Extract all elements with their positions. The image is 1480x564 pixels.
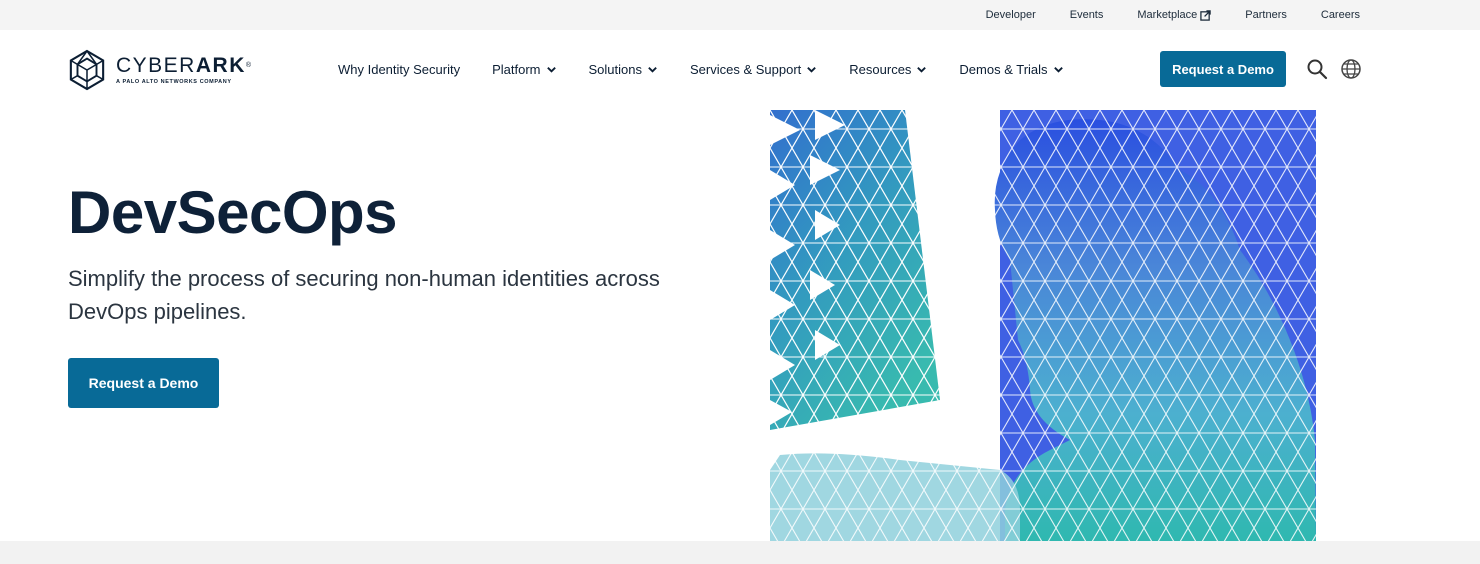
primary-nav: Why Identity Security Platform Solutions… <box>338 30 1096 108</box>
section-divider-band <box>0 541 1480 564</box>
nav-item-demos-trials[interactable]: Demos & Trials <box>959 62 1063 77</box>
nav-item-label: Platform <box>492 61 541 77</box>
search-button[interactable] <box>1306 58 1328 80</box>
nav-request-demo-button[interactable]: Request a Demo <box>1160 51 1286 87</box>
nav-item-services-support[interactable]: Services & Support <box>690 62 817 77</box>
chevron-down-icon <box>917 66 927 73</box>
main-nav: CYBERARK® A PALO ALTO NETWORKS COMPANY W… <box>0 30 1480 110</box>
hero-image <box>770 110 1316 541</box>
hero-subtitle: Simplify the process of securing non-hum… <box>68 266 660 324</box>
chevron-down-icon <box>546 66 556 73</box>
utility-bar: Developer Events Marketplace Partners Ca… <box>0 0 1480 30</box>
utility-links: Developer Events Marketplace Partners Ca… <box>986 0 1360 30</box>
hero-title: DevSecOps <box>68 179 398 246</box>
utility-link-developer[interactable]: Developer <box>986 9 1036 21</box>
chevron-down-icon <box>1053 66 1063 73</box>
utility-link-careers[interactable]: Careers <box>1321 9 1360 21</box>
nav-item-label: Services & Support <box>690 61 802 77</box>
external-link-icon <box>1200 9 1212 21</box>
logo-registered-mark: ® <box>245 62 253 69</box>
globe-icon <box>1341 59 1361 79</box>
search-icon <box>1307 59 1328 80</box>
utility-link-partners[interactable]: Partners <box>1245 9 1287 21</box>
nav-item-label: Why Identity Security <box>338 61 461 77</box>
nav-item-platform[interactable]: Platform <box>492 62 556 77</box>
cyberark-logo-mark-icon <box>69 49 105 91</box>
logo-word-light: CYBER <box>116 54 196 77</box>
utility-link-marketplace[interactable]: Marketplace <box>1137 9 1212 21</box>
nav-item-why-identity-security[interactable]: Why Identity Security <box>338 62 460 77</box>
hero-request-demo-button[interactable]: Request a Demo <box>68 358 219 408</box>
nav-item-label: Resources <box>849 61 912 77</box>
nav-item-label: Solutions <box>588 61 642 77</box>
nav-item-label: Demos & Trials <box>959 61 1048 77</box>
logo-tagline: A PALO ALTO NETWORKS COMPANY <box>116 79 232 85</box>
utility-link-marketplace-label: Marketplace <box>1137 9 1198 21</box>
utility-link-events[interactable]: Events <box>1070 9 1104 21</box>
logo-wordmark: CYBERARK® <box>116 55 253 77</box>
cyberark-logo[interactable]: CYBERARK® A PALO ALTO NETWORKS COMPANY <box>68 49 253 91</box>
nav-item-resources[interactable]: Resources <box>849 62 927 77</box>
nav-item-solutions[interactable]: Solutions <box>589 62 658 77</box>
logo-word-bold: ARK <box>195 54 246 77</box>
language-button[interactable] <box>1340 58 1362 80</box>
chevron-down-icon <box>648 66 657 73</box>
logo-text: CYBERARK® A PALO ALTO NETWORKS COMPANY <box>116 55 253 86</box>
chevron-down-icon <box>807 66 817 73</box>
